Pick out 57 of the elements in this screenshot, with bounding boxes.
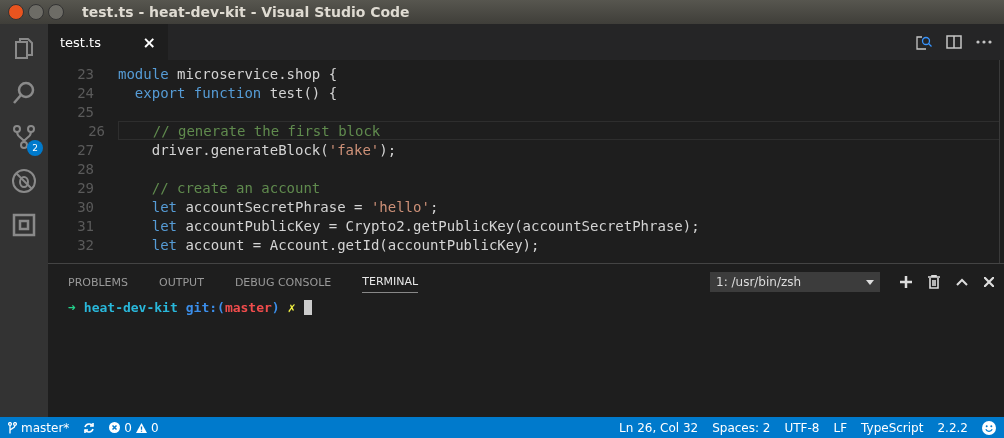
panel-tab[interactable]: TERMINAL [362,271,419,293]
problems-status[interactable]: 0 0 [109,420,159,435]
smiley-icon[interactable] [982,420,996,435]
code-line: // create an account [150,179,321,196]
close-icon[interactable] [984,277,994,287]
search-icon[interactable] [11,80,37,106]
version-status[interactable]: 2.2.2 [937,420,968,435]
line-number: 23 [76,65,95,82]
panel-tab[interactable]: OUTPUT [159,271,204,293]
terminal-prompt: ➜ heat-dev-kit git:(master) ✗ [68,300,296,315]
line-ending-status[interactable]: LF [833,420,848,435]
line-number: 24 [76,84,95,101]
branch-icon [8,421,17,434]
error-icon [109,422,121,433]
line-number: 25 [76,103,95,120]
terminal-dropdown[interactable]: 1: /usr/bin/zsh [710,272,880,292]
encoding-status[interactable]: UTF-8 [784,420,820,435]
line-number: 26 [87,122,106,139]
more-icon[interactable] [976,40,992,44]
panel-tab[interactable]: DEBUG CONSOLE [234,271,332,293]
no-bug-icon[interactable] [11,168,37,194]
panel-tab[interactable]: PROBLEMS [68,271,129,293]
code-line: driver.generateBlock('fake'); [150,141,397,158]
branch-icon[interactable] [11,124,37,150]
terminal-cursor [303,300,312,315]
warning-icon [135,422,147,433]
code-line: let account = Account.getId(accountPublicKey); [150,236,540,253]
cursor-position[interactable]: Ln 26, Col 32 [619,420,699,435]
minimize-button[interactable] [28,4,44,20]
line-number: 29 [76,179,95,196]
count-badge: 2 [27,140,43,156]
line-number: 30 [76,198,95,215]
line-number: 32 [76,236,95,253]
indentation-status[interactable]: Spaces: 2 [712,420,771,435]
code-line: let accountSecretPhrase = 'hello'; [150,198,439,215]
line-number: 28 [76,160,95,177]
close-window-button[interactable] [8,4,24,20]
chevron-up-icon[interactable] [956,278,968,286]
sync-icon[interactable] [83,421,96,434]
extensions-icon[interactable] [11,212,37,238]
branch-status[interactable]: master* [8,420,70,435]
trash-icon[interactable] [928,275,940,289]
close-icon[interactable]: × [142,32,156,52]
code-line: export function test() { [133,84,338,101]
language-status[interactable]: TypeScript [861,420,924,435]
code-line: let accountPublicKey = Crypto2.getPublicKey(accountSecretPhrase); [150,217,700,234]
file-search-icon[interactable] [916,34,932,50]
editor-tab[interactable]: test.ts × [48,24,168,60]
split-editor-icon[interactable] [946,34,962,50]
code-line: module microservice.shop { [118,65,338,82]
maximize-button[interactable] [48,4,64,20]
line-number: 27 [76,141,95,158]
line-number: 31 [76,217,95,234]
plus-icon[interactable] [900,276,912,288]
code-line: // generate the first block [151,122,381,139]
window-title: test.ts - heat-dev-kit - Visual Studio Code [82,4,410,20]
caret-icon [866,279,874,285]
